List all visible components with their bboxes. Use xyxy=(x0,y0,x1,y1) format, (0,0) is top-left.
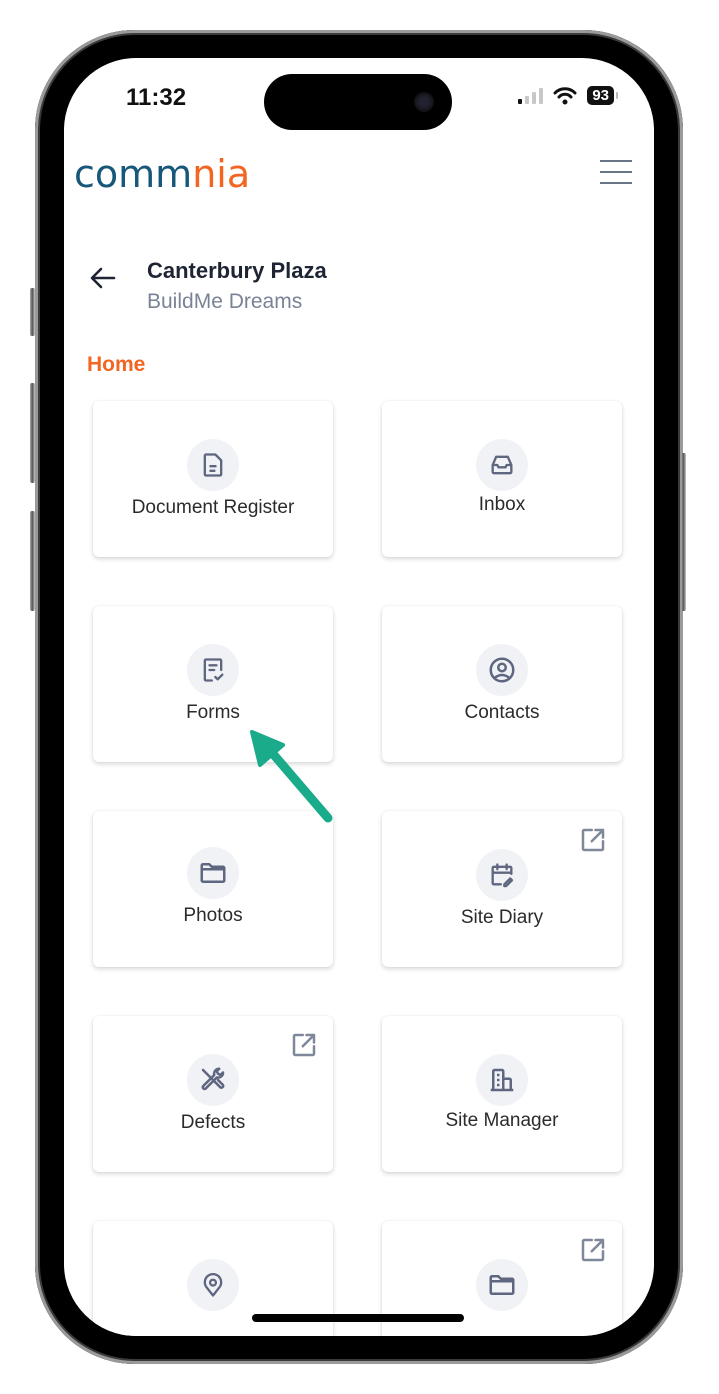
camera-icon xyxy=(414,92,434,112)
tile-label: Document Register xyxy=(131,497,295,518)
tile-forms[interactable]: Forms xyxy=(93,606,333,762)
signal-icon xyxy=(518,87,544,104)
folder-icon xyxy=(476,1259,528,1311)
power-button xyxy=(681,453,686,611)
status-icons: 93 xyxy=(518,86,618,105)
screen: 11:32 93 commnia Canterbury Plaza BuildM… xyxy=(64,58,654,1336)
tile-site-diary[interactable]: Site Diary xyxy=(382,811,622,967)
folder-icon xyxy=(187,847,239,899)
external-link-icon[interactable] xyxy=(578,825,608,855)
project-subtitle: BuildMe Dreams xyxy=(147,290,303,313)
external-link-icon[interactable] xyxy=(289,1030,319,1060)
tools-icon xyxy=(187,1054,239,1106)
location-pin-icon xyxy=(187,1259,239,1311)
tile-document-register[interactable]: Document Register xyxy=(93,401,333,557)
wifi-icon xyxy=(553,86,577,104)
tile-label: Photos xyxy=(183,905,243,926)
tile-label: Site Manager xyxy=(445,1110,559,1131)
form-check-icon xyxy=(187,644,239,696)
building-icon xyxy=(476,1054,528,1106)
volume-down-button xyxy=(30,511,35,611)
calendar-edit-icon xyxy=(476,849,528,901)
hamburger-menu-icon[interactable] xyxy=(600,160,632,184)
tile-contacts[interactable]: Contacts xyxy=(382,606,622,762)
tile-photos[interactable]: Photos xyxy=(93,811,333,967)
dynamic-island xyxy=(264,74,452,130)
inbox-icon xyxy=(476,439,528,491)
tile-site-manager[interactable]: Site Manager xyxy=(382,1016,622,1172)
tile-label: Inbox xyxy=(478,494,526,515)
project-title: Canterbury Plaza xyxy=(147,258,327,283)
app-logo: commnia xyxy=(74,152,251,196)
action-button xyxy=(30,288,35,336)
document-icon xyxy=(187,439,239,491)
home-indicator[interactable] xyxy=(252,1314,464,1322)
tile-defects[interactable]: Defects xyxy=(93,1016,333,1172)
tile-label: Site Diary xyxy=(460,907,544,928)
battery-indicator: 93 xyxy=(587,86,618,105)
external-link-icon[interactable] xyxy=(578,1235,608,1265)
status-time: 11:32 xyxy=(126,84,187,111)
tile-inbox[interactable]: Inbox xyxy=(382,401,622,557)
tile-label: Contacts xyxy=(464,702,540,723)
section-home-label: Home xyxy=(87,353,146,376)
tile-label: Forms xyxy=(186,702,240,723)
user-circle-icon xyxy=(476,644,528,696)
back-arrow-icon[interactable] xyxy=(88,263,118,293)
tile-label: Defects xyxy=(180,1112,246,1133)
volume-up-button xyxy=(30,383,35,483)
